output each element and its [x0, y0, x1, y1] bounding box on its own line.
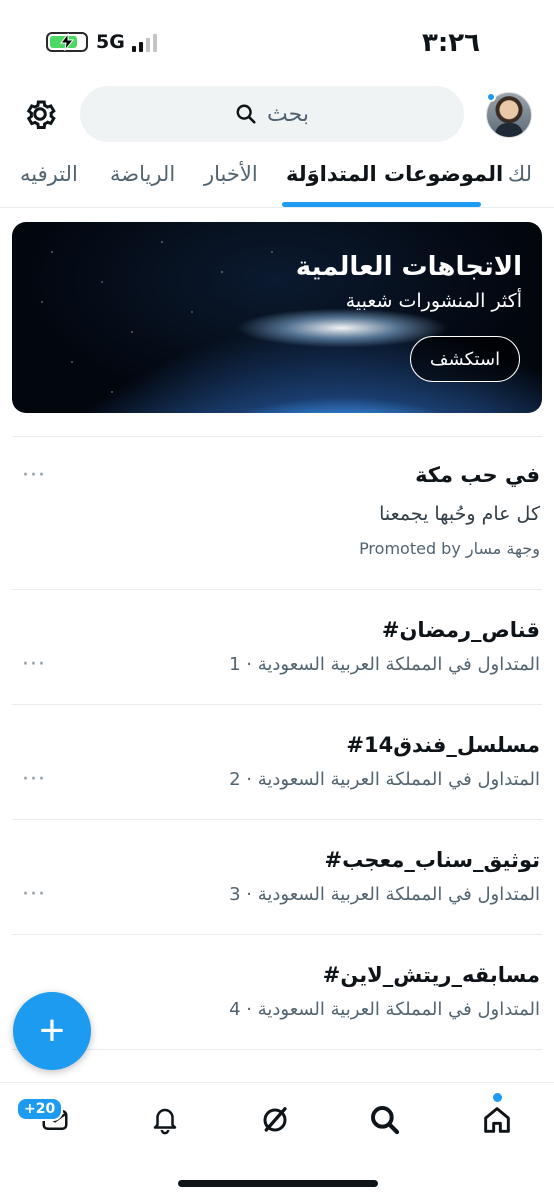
status-bar: 5G ٣:٢٦	[0, 0, 554, 80]
signal-icon	[132, 34, 157, 52]
divider	[12, 1049, 542, 1050]
status-time: ٣:٢٦	[421, 28, 480, 58]
more-icon[interactable]: ···	[22, 652, 46, 677]
promoted-text: كل عام وحُبها يجمعنا	[379, 503, 540, 525]
more-icon[interactable]: ···	[22, 463, 46, 488]
banner-subtitle: أكثر المنشورات شعبية	[345, 290, 522, 312]
tab-active-indicator	[282, 202, 481, 207]
gear-icon[interactable]	[22, 96, 58, 132]
search-icon[interactable]	[360, 1095, 410, 1145]
more-icon[interactable]: ···	[22, 882, 46, 907]
trend-subtitle: 1 · المتداول في المملكة العربية السعودية	[229, 654, 540, 675]
compose-button[interactable]: +	[13, 992, 91, 1070]
trend-item[interactable]: #مسابقه_ريتش_لاين 4 · المتداول في المملك…	[12, 935, 542, 1049]
home-indicator[interactable]	[178, 1180, 378, 1187]
header: بحث	[0, 84, 554, 146]
battery-icon	[46, 32, 88, 52]
avatar-notification-dot	[486, 92, 496, 102]
trend-subtitle: 4 · المتداول في المملكة العربية السعودية	[229, 999, 540, 1020]
tab-entertainment[interactable]: الترفيه	[20, 162, 78, 186]
home-notification-dot	[493, 1093, 502, 1102]
trend-item[interactable]: #قناص_رمضان 1 · المتداول في المملكة العر…	[12, 590, 542, 704]
search-input[interactable]: بحث	[80, 86, 464, 142]
messages-badge: +20	[16, 1097, 64, 1121]
tab-sports[interactable]: الرياضة	[110, 162, 175, 186]
trend-title: #توثيق_سناب_معجب	[324, 848, 540, 872]
search-icon	[236, 104, 256, 124]
bell-icon[interactable]	[140, 1095, 190, 1145]
home-icon[interactable]	[472, 1095, 522, 1145]
explore-button[interactable]: استكشف	[410, 336, 520, 382]
network-type: 5G	[96, 31, 125, 53]
trend-title: #مسابقه_ريتش_لاين	[322, 963, 540, 987]
grok-icon[interactable]	[250, 1095, 300, 1145]
banner-title: الاتجاهات العالمية	[295, 252, 522, 282]
trend-subtitle: 2 · المتداول في المملكة العربية السعودية	[229, 769, 540, 790]
trend-item[interactable]: #توثيق_سناب_معجب 3 · المتداول في المملكة…	[12, 820, 542, 934]
trend-subtitle: 3 · المتداول في المملكة العربية السعودية	[229, 884, 540, 905]
promoted-title: في حب مكة	[415, 463, 540, 487]
search-placeholder: بحث	[267, 101, 309, 127]
global-trends-banner[interactable]: الاتجاهات العالمية أكثر المنشورات شعبية …	[12, 222, 542, 413]
promoted-by: Promoted by وجهة مسار	[359, 539, 540, 558]
trend-title: #مسلسل_فندق14	[346, 733, 540, 757]
tab-news[interactable]: الأخبار	[204, 162, 258, 186]
trend-title: #قناص_رمضان	[381, 618, 540, 642]
tab-bar: لك الموضوعات المتداوَلة الأخبار الرياضة …	[0, 150, 554, 208]
promoted-item[interactable]: في حب مكة كل عام وحُبها يجمعنا Promoted …	[12, 437, 542, 589]
trend-item[interactable]: #مسلسل_فندق14 2 · المتداول في المملكة ال…	[12, 705, 542, 819]
more-icon[interactable]: ···	[22, 767, 46, 792]
banner-background	[12, 222, 542, 413]
tab-trending[interactable]: الموضوعات المتداوَلة	[286, 162, 503, 186]
tab-for-you[interactable]: لك	[508, 162, 532, 186]
